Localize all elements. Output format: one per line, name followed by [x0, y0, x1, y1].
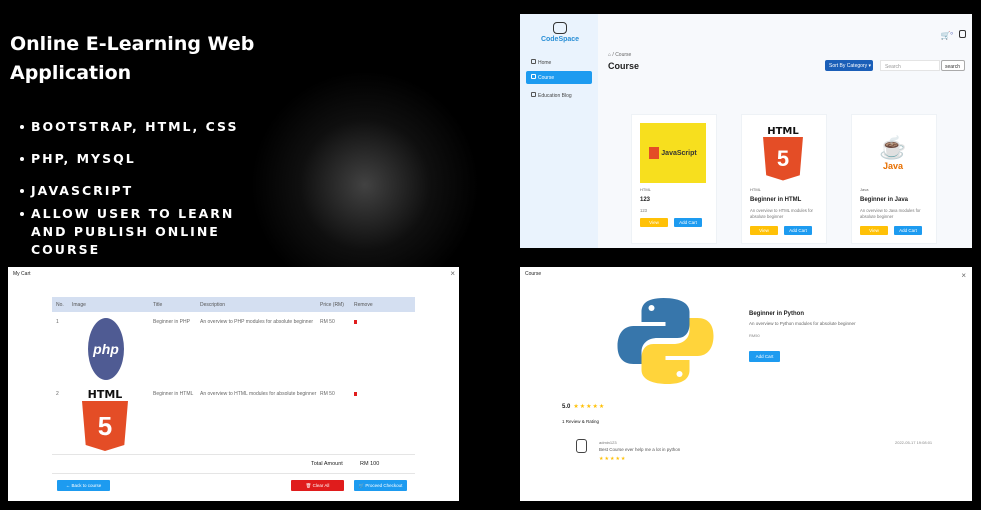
course-name: Beginner in Python	[749, 311, 805, 317]
add-cart-button[interactable]: Add Cart	[674, 218, 702, 227]
row-description: An overview to PHP modules for absolute …	[200, 319, 314, 325]
clear-all-button[interactable]: 🗑 Clear All	[291, 480, 344, 491]
row-price: RM 50	[320, 319, 335, 325]
sidebar: CodeSpace Home Course Education Blog	[520, 14, 598, 248]
star-icon: ★★★★★	[573, 404, 606, 410]
column-header: Title	[153, 302, 163, 308]
divider	[52, 473, 415, 474]
trash-icon[interactable]	[354, 392, 357, 396]
page-title: Course	[608, 61, 640, 71]
column-header: Remove	[354, 302, 373, 308]
row-title: Beginner in PHP	[153, 319, 190, 325]
html5-logo: HTML 5	[750, 123, 816, 183]
logo[interactable]: CodeSpace	[530, 22, 590, 43]
card-title: 123	[640, 197, 651, 203]
close-icon[interactable]: ×	[450, 269, 455, 278]
feature-item: ALLOW USER TO LEARN AND PUBLISH ONLINE C…	[20, 205, 260, 259]
cart-modal-screenshot: My Cart × No. Image Title Description Pr…	[8, 267, 459, 501]
card-description: 123	[640, 208, 647, 213]
card-title: Beginner in Java	[860, 197, 909, 203]
course-page-screenshot: CodeSpace Home Course Education Blog 🛒0 …	[520, 14, 972, 248]
row-title: Beginner in HTML	[153, 391, 194, 397]
sidebar-item-label: Course	[538, 75, 555, 81]
course-card[interactable]: HTML 5 HTML Beginner in HTML An overview …	[741, 114, 827, 244]
card-description: An overview to HTML modules for absolute…	[750, 208, 813, 219]
proceed-checkout-button[interactable]: 🛒 Proceed Checkout	[354, 480, 407, 491]
feature-list: BOOTSTRAP, HTML, CSS PHP, MYSQL JAVASCRI…	[20, 118, 260, 259]
add-cart-button[interactable]: Add Cart	[894, 226, 922, 235]
column-header: Image	[72, 302, 86, 308]
card-category: Java	[860, 187, 869, 192]
javascript-logo: JavaScript	[640, 123, 706, 183]
view-button[interactable]: View	[640, 218, 668, 227]
total-label: Total Amount	[311, 461, 343, 467]
python-logo	[617, 298, 714, 384]
java-logo: ☕ Java	[879, 135, 907, 171]
review-text: Best Course ever help me a lot in python	[599, 447, 681, 452]
sort-by-category-button[interactable]: Sort By Category ▾	[825, 60, 873, 71]
feature-item: JAVASCRIPT	[20, 182, 260, 200]
logo-text: CodeSpace	[540, 36, 580, 43]
php-logo: php	[88, 318, 124, 380]
back-to-course-button[interactable]: ← Back to course	[57, 480, 110, 491]
total-amount: RM 100	[360, 461, 380, 467]
column-header: Description	[200, 302, 226, 308]
star-icon: ★★★★★	[599, 456, 627, 462]
course-price: RM50	[749, 333, 760, 338]
avatar[interactable]	[959, 30, 966, 38]
rating-value: 5.0	[562, 404, 571, 410]
course-card[interactable]: JavaScript HTML 123 123 View Add Cart	[631, 114, 717, 244]
cart-table-header: No. Image Title Description Price (RM) R…	[52, 297, 415, 312]
card-category: HTML	[750, 187, 761, 192]
column-header: Price (RM)	[320, 302, 344, 308]
add-cart-button[interactable]: Add Cart	[749, 351, 780, 362]
sidebar-item-course[interactable]: Course	[526, 71, 592, 84]
avatar	[576, 439, 587, 453]
feature-item: BOOTSTRAP, HTML, CSS	[20, 118, 260, 136]
sidebar-item-education-blog[interactable]: Education Blog	[526, 89, 592, 102]
cart-count: 0	[950, 30, 953, 36]
breadcrumb: ⌂ / Course	[608, 52, 632, 58]
close-icon[interactable]: ×	[961, 271, 966, 280]
divider	[52, 454, 415, 455]
add-cart-button[interactable]: Add Cart	[784, 226, 812, 235]
row-price: RM 50	[320, 391, 335, 397]
row-number: 2	[56, 391, 59, 397]
course-description: An overview to Python modules for absolu…	[749, 321, 856, 326]
sidebar-item-label: Education Blog	[538, 93, 572, 99]
logo-mark-icon	[553, 22, 567, 34]
html5-logo: HTML 5	[82, 388, 128, 451]
trash-icon[interactable]	[354, 320, 357, 324]
search-button[interactable]: search	[941, 60, 965, 71]
card-category: HTML	[640, 187, 651, 192]
average-rating: 5.0 ★★★★★	[562, 403, 605, 410]
view-button[interactable]: View	[750, 226, 778, 235]
home-icon	[531, 59, 536, 64]
card-title: Beginner in HTML	[750, 197, 802, 203]
course-card[interactable]: ☕ Java Java Beginner in Java An overview …	[851, 114, 937, 244]
modal-title: Course	[525, 271, 542, 277]
row-description: An overview to HTML modules for absolute…	[200, 391, 317, 397]
review-date: 2022-05-17 19:08:01	[895, 440, 933, 445]
search-input[interactable]: Search	[880, 60, 940, 71]
hero-title: Online E-Learning Web Application	[10, 33, 255, 84]
sidebar-item-home[interactable]: Home	[526, 56, 592, 69]
feature-item: PHP, MYSQL	[20, 150, 260, 168]
card-description: An overview to Java modules for absolute…	[860, 208, 921, 219]
row-number: 1	[56, 319, 59, 325]
top-icons: 🛒0	[941, 30, 966, 40]
background-glow	[250, 70, 480, 300]
blog-icon	[531, 92, 536, 97]
modal-title: My Cart	[13, 271, 31, 277]
view-button[interactable]: View	[860, 226, 888, 235]
cart-icon[interactable]: 🛒	[941, 31, 951, 40]
column-header: No.	[56, 302, 64, 308]
sidebar-item-label: Home	[538, 60, 552, 66]
course-detail-screenshot: Course × Beginner in Python An overview …	[520, 267, 972, 501]
reviewer-name: admin123	[599, 440, 617, 445]
reviews-label: 1 Review & Rating	[562, 419, 600, 424]
course-icon	[531, 74, 536, 79]
